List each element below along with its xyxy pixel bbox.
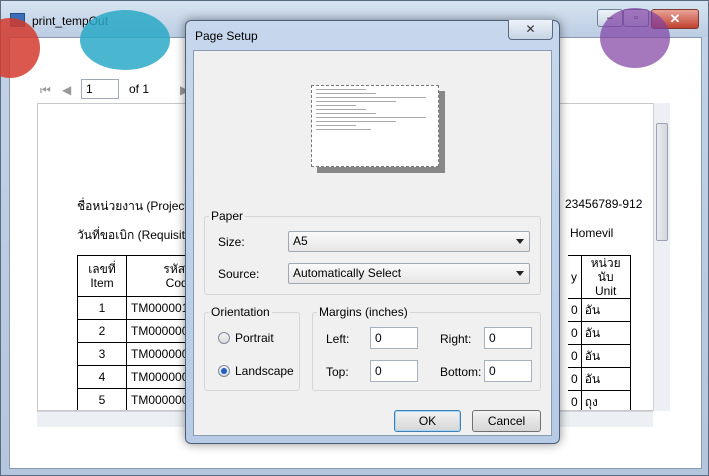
preview-line	[316, 101, 396, 102]
paper-legend: Paper	[211, 209, 244, 223]
chevron-down-icon	[516, 271, 524, 276]
background-decoration	[80, 10, 170, 70]
size-label: Size:	[218, 235, 245, 249]
source-select-value: Automatically Select	[293, 266, 402, 280]
vertical-scrollbar[interactable]	[653, 103, 670, 411]
bottom-margin-label: Bottom:	[440, 365, 482, 379]
orientation-group: Orientation	[204, 305, 300, 391]
header-unit-th: หน่วยนับ	[590, 256, 621, 284]
row-qty: 0	[568, 367, 582, 391]
project-name: Homevil	[570, 226, 614, 240]
right-margin-label: Right:	[440, 332, 472, 346]
row-qty: 0	[568, 390, 582, 410]
vertical-scroll-thumb[interactable]	[656, 123, 668, 241]
row-qty: 0	[568, 344, 582, 368]
size-select-value: A5	[293, 234, 308, 248]
preview-line	[316, 121, 396, 122]
page-setup-dialog: Page Setup ✕ Paper Size: A5 Source: Auto…	[185, 20, 560, 444]
dialog-title: Page Setup	[195, 29, 258, 43]
table-row: 0 อัน	[568, 344, 631, 368]
preview-line	[316, 89, 366, 90]
landscape-label[interactable]: Landscape	[235, 364, 294, 378]
header-unit: หน่วยนับ Unit	[580, 255, 631, 299]
requisition-label: วันที่ขอเบิก (Requisitio	[77, 228, 195, 242]
portrait-radio[interactable]	[218, 332, 230, 344]
row-unit: อัน	[580, 298, 631, 322]
row-no: 4	[77, 365, 127, 389]
orientation-legend: Orientation	[211, 305, 270, 319]
bottom-margin-input[interactable]: 0	[484, 360, 532, 382]
preview-line	[316, 113, 376, 114]
preview-line	[316, 93, 376, 94]
table-row: 0 อัน	[568, 367, 631, 391]
row-qty: 0	[568, 321, 582, 345]
preview-line	[316, 129, 371, 130]
source-label: Source:	[218, 267, 260, 281]
project-code: 23456789-912	[565, 197, 643, 211]
row-unit: ถุง	[580, 390, 631, 410]
items-table-right: y หน่วยนับ Unit 0 อัน 0 อัน 0 อัน 0 อัน 0 ถุง	[568, 255, 631, 410]
source-select[interactable]: Automatically Select	[288, 263, 530, 284]
page-number-input[interactable]: 1	[81, 79, 119, 99]
preview-line	[316, 105, 356, 106]
portrait-label[interactable]: Portrait	[235, 331, 274, 345]
dialog-close-button[interactable]: ✕	[508, 20, 553, 40]
table-row: 0 อัน	[568, 321, 631, 345]
top-margin-label: Top:	[326, 365, 349, 379]
table-row: 0 ถุง	[568, 390, 631, 410]
chevron-down-icon	[516, 239, 524, 244]
preview-line	[316, 117, 426, 118]
header-item-no: เลขที่ Item	[77, 255, 127, 297]
left-margin-label: Left:	[326, 332, 350, 346]
background-decoration	[600, 8, 670, 68]
header-unit-en: Unit	[595, 284, 617, 298]
row-unit: อัน	[580, 321, 631, 345]
right-margin-input[interactable]: 0	[484, 327, 532, 349]
margins-legend: Margins (inches)	[319, 305, 408, 319]
header-item-no-en: Item	[90, 276, 114, 290]
preview-line	[316, 97, 426, 98]
row-unit: อัน	[580, 367, 631, 391]
row-no: 3	[77, 342, 127, 366]
header-qty-fragment: y	[568, 255, 582, 299]
row-no: 1	[77, 296, 127, 320]
preview-line	[316, 125, 356, 126]
previous-page-icon[interactable]: ◀	[62, 83, 71, 97]
row-no: 2	[77, 319, 127, 343]
page-preview	[309, 81, 445, 175]
project-label: ชื่อหน่วยงาน (Project)	[77, 199, 192, 213]
preview-paper	[311, 85, 439, 167]
header-item-no-th: เลขที่	[88, 262, 116, 276]
table-row: 0 อัน	[568, 298, 631, 322]
preview-line	[316, 109, 366, 110]
size-select[interactable]: A5	[288, 231, 530, 252]
first-page-icon[interactable]: ⏮	[40, 83, 51, 98]
left-margin-input[interactable]: 0	[370, 327, 418, 349]
page-count-label: of 1	[129, 82, 150, 96]
dialog-body: Paper Size: A5 Source: Automatically Sel…	[193, 50, 552, 436]
row-unit: อัน	[580, 344, 631, 368]
row-qty: 0	[568, 298, 582, 322]
row-no: 5	[77, 388, 127, 410]
landscape-radio[interactable]	[218, 365, 230, 377]
cancel-button[interactable]: Cancel	[472, 410, 541, 432]
table-header-row: y หน่วยนับ Unit	[568, 255, 631, 299]
top-margin-input[interactable]: 0	[370, 360, 418, 382]
ok-button[interactable]: OK	[394, 410, 461, 432]
